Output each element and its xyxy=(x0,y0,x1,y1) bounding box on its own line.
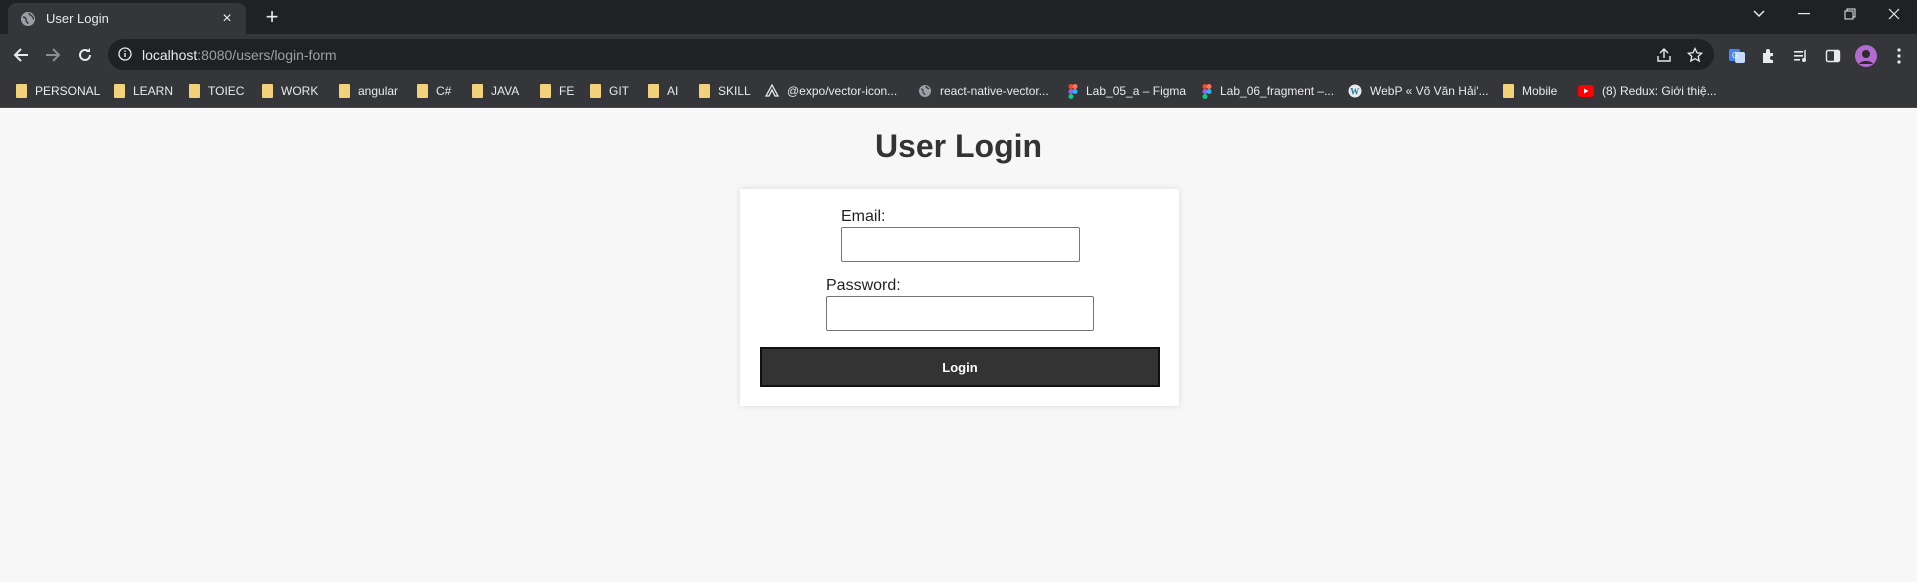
media-queue-icon[interactable] xyxy=(1792,47,1810,65)
close-window-icon[interactable] xyxy=(1871,0,1917,28)
reload-icon[interactable] xyxy=(72,42,98,68)
bookmark-expo-vector-icons[interactable]: @expo/vector-icon... xyxy=(765,82,897,100)
password-label: Password: xyxy=(826,277,901,294)
bookmark-label: WebP « Võ Văn Hải'... xyxy=(1370,84,1489,98)
side-panel-icon[interactable] xyxy=(1824,47,1842,65)
url-path: :8080/users/login-form xyxy=(197,47,337,63)
bookmark-git[interactable]: GIT xyxy=(590,82,629,100)
figma-icon xyxy=(1202,83,1212,99)
folder-icon xyxy=(590,84,601,98)
browser-toolbar: localhost:8080/users/login-form G xyxy=(0,34,1917,75)
bookmark-label: TOIEC xyxy=(208,84,245,98)
bookmark-label: WORK xyxy=(281,84,319,98)
bookmark-fe[interactable]: FE xyxy=(540,82,574,100)
url-host: localhost xyxy=(142,47,198,63)
bookmark-label: angular xyxy=(358,84,399,98)
expo-icon xyxy=(765,84,779,97)
folder-icon xyxy=(189,84,200,98)
bookmark-skill[interactable]: SKILL xyxy=(699,82,751,100)
bookmark-learn[interactable]: LEARN xyxy=(114,82,173,100)
bookmark-star-icon[interactable] xyxy=(1686,46,1704,64)
bookmarks-bar: PERSONAL LEARN TOIEC WORK angular C# JAV… xyxy=(0,75,1917,108)
bookmark-personal[interactable]: PERSONAL xyxy=(16,82,100,100)
folder-icon xyxy=(339,84,350,98)
close-tab-icon[interactable]: × xyxy=(218,10,236,28)
bookmark-label: @expo/vector-icon... xyxy=(787,84,898,98)
bookmark-label: FE xyxy=(559,84,575,98)
tab-strip: User Login × + xyxy=(0,0,1917,34)
svg-text:W: W xyxy=(1350,87,1359,97)
share-icon[interactable] xyxy=(1655,46,1673,64)
bookmark-toiec[interactable]: TOIEC xyxy=(189,82,244,100)
bookmark-label: (8) Redux: Giới thiệ... xyxy=(1602,84,1717,98)
google-translate-icon[interactable]: G xyxy=(1728,47,1746,65)
svg-text:G: G xyxy=(1732,51,1738,60)
password-field[interactable] xyxy=(826,296,1094,331)
bookmark-label: Lab_06_fragment –... xyxy=(1220,84,1335,98)
figma-icon xyxy=(1068,83,1078,99)
login-button[interactable]: Login xyxy=(760,347,1160,387)
bookmark-label: C# xyxy=(436,84,452,98)
folder-icon xyxy=(114,84,125,98)
folder-icon xyxy=(648,84,659,98)
extensions-puzzle-icon[interactable] xyxy=(1760,47,1778,65)
folder-icon xyxy=(699,84,710,98)
folder-icon xyxy=(1503,84,1514,98)
profile-avatar[interactable] xyxy=(1855,45,1877,67)
bookmark-label: Mobile xyxy=(1522,84,1558,98)
bookmark-lab06-fragment[interactable]: Lab_06_fragment –... xyxy=(1202,82,1334,100)
bookmark-lab05-figma[interactable]: Lab_05_a – Figma xyxy=(1068,82,1186,100)
bookmark-redux-youtube[interactable]: (8) Redux: Giới thiệ... xyxy=(1578,82,1717,100)
bookmark-csharp[interactable]: C# xyxy=(417,82,451,100)
folder-icon xyxy=(16,84,27,98)
login-form: Email: Password: Login xyxy=(740,189,1179,406)
address-bar[interactable]: localhost:8080/users/login-form xyxy=(108,39,1714,70)
folder-icon xyxy=(417,84,428,98)
browser-tab[interactable]: User Login × xyxy=(8,3,246,34)
email-label: Email: xyxy=(841,208,886,225)
new-tab-button[interactable]: + xyxy=(260,6,284,30)
forward-arrow-icon[interactable] xyxy=(40,42,66,68)
bookmark-react-native-vector[interactable]: react-native-vector... xyxy=(918,82,1049,100)
folder-icon xyxy=(262,84,273,98)
bookmark-label: Lab_05_a – Figma xyxy=(1086,84,1187,98)
bookmark-label: AI xyxy=(667,84,679,98)
globe-icon xyxy=(919,85,931,97)
bookmark-angular[interactable]: angular xyxy=(339,82,398,100)
bookmark-label: LEARN xyxy=(133,84,174,98)
folder-icon xyxy=(472,84,483,98)
bookmark-label: JAVA xyxy=(491,84,520,98)
email-field[interactable] xyxy=(841,227,1080,262)
minimize-icon[interactable] xyxy=(1781,0,1827,28)
folder-icon xyxy=(540,84,551,98)
restore-icon[interactable] xyxy=(1827,0,1873,28)
page-content: User Login Email: Password: Login xyxy=(0,108,1917,582)
bookmark-webp[interactable]: W WebP « Võ Văn Hải'... xyxy=(1348,82,1489,100)
back-arrow-icon[interactable] xyxy=(8,42,34,68)
tab-title: User Login xyxy=(46,11,109,26)
bookmark-mobile[interactable]: Mobile xyxy=(1503,82,1557,100)
wordpress-icon: W xyxy=(1348,84,1362,98)
url-text[interactable]: localhost:8080/users/login-form xyxy=(142,47,337,63)
tab-search-icon[interactable] xyxy=(1736,0,1782,28)
bookmark-label: PERSONAL xyxy=(35,84,101,98)
more-menu-icon[interactable] xyxy=(1890,47,1908,65)
bookmark-ai[interactable]: AI xyxy=(648,82,678,100)
bookmark-label: SKILL xyxy=(718,84,751,98)
globe-icon xyxy=(20,11,36,27)
bookmark-label: react-native-vector... xyxy=(940,84,1049,98)
site-info-icon[interactable] xyxy=(118,47,132,66)
bookmark-java[interactable]: JAVA xyxy=(472,82,519,100)
bookmark-label: GIT xyxy=(609,84,629,98)
page-title: User Login xyxy=(874,128,1043,164)
youtube-icon xyxy=(1578,85,1594,97)
bookmark-work[interactable]: WORK xyxy=(262,82,318,100)
